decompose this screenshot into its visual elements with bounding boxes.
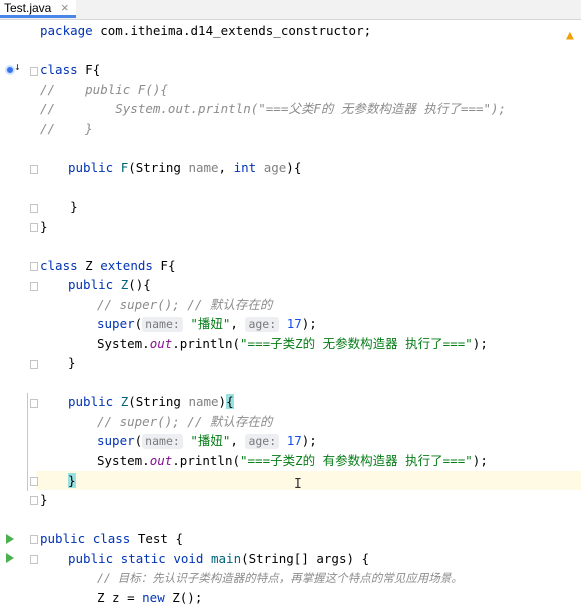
code-line-11[interactable]: } xyxy=(40,218,48,236)
code-line-22[interactable]: super(name: "播妞", age: 17); xyxy=(97,432,317,450)
current-line-highlight xyxy=(0,471,581,490)
override-arrow-icon: ↓ xyxy=(14,60,21,73)
code-line-4[interactable]: // public F(){ xyxy=(40,81,168,99)
code-line-21[interactable]: // super(); // 默认存在的 xyxy=(97,413,272,431)
change-marker xyxy=(27,393,28,491)
fold-marker[interactable] xyxy=(30,496,38,505)
code-line-18[interactable]: } xyxy=(68,354,76,372)
fold-marker[interactable] xyxy=(30,399,38,408)
code-line-25[interactable]: } xyxy=(40,491,48,509)
fold-marker[interactable] xyxy=(30,204,38,213)
code-line-23[interactable]: System.out.println("===子类Z的 有参数构造器 执行了==… xyxy=(97,452,488,470)
code-line-8[interactable]: public F(String name, int age){ xyxy=(68,159,301,177)
code-line-3[interactable]: class F{ xyxy=(40,61,100,79)
matched-brace: { xyxy=(226,394,234,409)
code-line-14[interactable]: public Z(){ xyxy=(68,276,151,294)
code-line-30[interactable]: Z z = new Z(); xyxy=(97,589,202,607)
editor-tab-bar: Test.java × xyxy=(0,0,581,20)
code-line-6[interactable]: // } xyxy=(40,120,93,138)
code-line-27[interactable]: public class Test { xyxy=(40,530,183,548)
code-line-28[interactable]: public static void main(String[] args) { xyxy=(68,550,369,568)
code-line-1[interactable]: package com.itheima.d14_extends_construc… xyxy=(40,22,371,40)
warning-icon[interactable]: ▲ xyxy=(566,28,574,43)
code-line-29[interactable]: // 目标：先认识子类构造器的特点，再掌握这个特点的常见应用场景。 xyxy=(97,569,463,587)
fold-marker[interactable] xyxy=(30,282,38,291)
text-cursor-icon: I xyxy=(294,477,302,492)
param-hint-name: name: xyxy=(142,434,183,449)
param-hint-name: name: xyxy=(142,317,183,332)
editor-gutter xyxy=(0,20,36,601)
close-icon[interactable]: × xyxy=(61,0,69,15)
code-line-13[interactable]: class Z extends F{ xyxy=(40,257,175,275)
fold-marker[interactable] xyxy=(30,67,38,76)
fold-marker[interactable] xyxy=(30,535,38,544)
code-line-5[interactable]: // System.out.println("===父类F的 无参数构造器 执行… xyxy=(40,100,506,118)
code-line-17[interactable]: System.out.println("===子类Z的 无参数构造器 执行了==… xyxy=(97,335,488,353)
matched-brace: } xyxy=(68,473,76,488)
code-line-24[interactable]: } xyxy=(68,472,76,490)
fold-marker[interactable] xyxy=(30,555,38,564)
fold-marker[interactable] xyxy=(30,223,38,232)
code-line-10[interactable]: } xyxy=(40,198,78,216)
fold-marker[interactable] xyxy=(30,165,38,174)
param-hint-age: age: xyxy=(245,434,280,449)
code-line-16[interactable]: super(name: "播妞", age: 17); xyxy=(97,315,317,333)
run-main-icon[interactable] xyxy=(6,553,14,563)
fold-marker[interactable] xyxy=(30,360,38,369)
run-class-icon[interactable] xyxy=(6,534,14,544)
code-line-15[interactable]: // super(); // 默认存在的 xyxy=(97,296,272,314)
fold-marker[interactable] xyxy=(30,477,38,486)
code-line-20[interactable]: public Z(String name){ xyxy=(68,393,234,411)
tab-test-java[interactable]: Test.java × xyxy=(0,0,76,18)
fold-marker[interactable] xyxy=(30,262,38,271)
param-hint-age: age: xyxy=(245,317,280,332)
tab-label: Test.java xyxy=(4,1,52,15)
